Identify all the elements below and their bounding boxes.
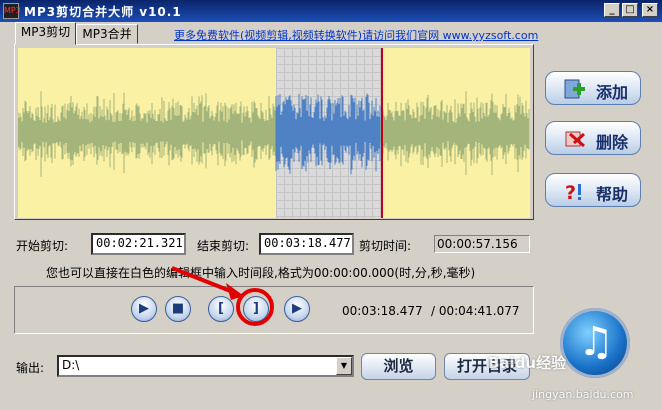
output-path-select[interactable]: D:\ ▼: [57, 355, 354, 377]
set-end-icon: ]: [253, 301, 259, 316]
tab-mp3-merge[interactable]: MP3合并: [76, 24, 138, 44]
playhead-marker[interactable]: [381, 48, 383, 218]
watermark-brand: Baidu经验: [488, 354, 567, 372]
app-icon: MP3: [3, 3, 21, 19]
set-start-button[interactable]: [: [208, 296, 234, 322]
stop-button[interactable]: ■: [165, 296, 191, 322]
music-logo-icon: ♫: [560, 308, 630, 378]
browse-button[interactable]: 浏览: [361, 353, 436, 380]
stop-icon: ■: [171, 301, 185, 316]
maximize-button[interactable]: □: [622, 3, 638, 17]
title-bar: MP3 MP3剪切合并大师 v10.1 _ □ ×: [0, 0, 662, 22]
delete-button-label: 删除: [596, 133, 629, 152]
cut-duration-label: 剪切时间:: [359, 239, 412, 253]
delete-button[interactable]: 删除: [545, 121, 641, 155]
start-time-input[interactable]: 00:02:21.321: [91, 233, 186, 255]
end-cut-label: 结束剪切:: [197, 239, 250, 253]
preview-selection-icon: ▶: [292, 301, 302, 316]
output-path-value: D:\: [62, 358, 80, 372]
add-button-label: 添加: [596, 83, 629, 102]
promo-link[interactable]: 更多免费软件(视频剪辑,视频转换软件)请访问我们官网 www.yyzsoft.c…: [174, 27, 538, 43]
total-time: / 00:04:41.077: [431, 304, 520, 318]
help-icon: ?: [565, 182, 581, 202]
current-time: 00:03:18.477: [342, 304, 423, 318]
add-file-icon: [564, 79, 585, 99]
cut-duration-value: 00:00:57.156: [434, 235, 530, 253]
delete-icon: [565, 131, 586, 148]
watermark-url: jingyan.baidu.com: [532, 388, 634, 401]
play-button[interactable]: ▶: [131, 296, 157, 322]
close-button[interactable]: ×: [642, 3, 658, 17]
minimize-button[interactable]: _: [604, 3, 620, 17]
end-time-input[interactable]: 00:03:18.477: [259, 233, 354, 255]
waveform-view[interactable]: [18, 48, 530, 218]
help-button-label: 帮助: [596, 185, 629, 204]
play-icon: ▶: [139, 301, 149, 316]
set-end-button[interactable]: ]: [243, 296, 269, 322]
start-cut-label: 开始剪切:: [16, 239, 69, 253]
dropdown-arrow-icon[interactable]: ▼: [336, 357, 352, 375]
preview-selection-button[interactable]: ▶: [284, 296, 310, 322]
window-title: MP3剪切合并大师 v10.1: [24, 5, 182, 19]
tab-mp3-cut[interactable]: MP3剪切: [15, 22, 76, 45]
svg-text:?: ?: [565, 182, 576, 202]
help-button[interactable]: ? 帮助: [545, 173, 641, 207]
waveform: [18, 91, 530, 177]
add-button[interactable]: 添加: [545, 71, 641, 105]
format-hint: 您也可以直接在白色的编辑框中输入时间段,格式为00:00:00.000(时,分,…: [46, 266, 476, 280]
output-label: 输出:: [16, 361, 45, 375]
set-start-icon: [: [218, 301, 224, 316]
